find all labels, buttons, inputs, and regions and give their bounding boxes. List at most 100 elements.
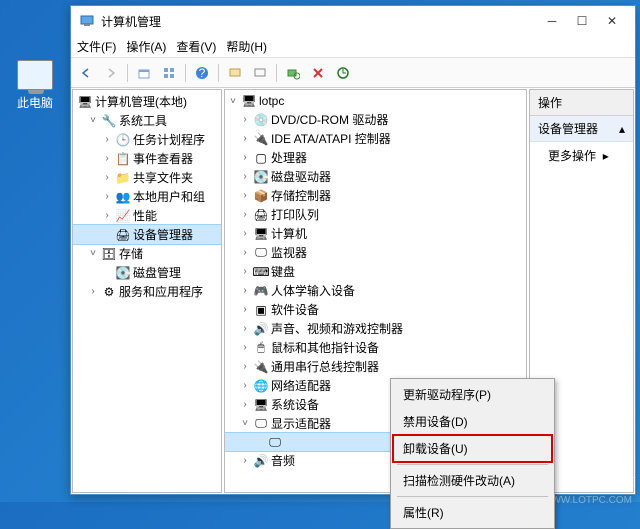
menu-file[interactable]: 文件(F) [77, 38, 116, 55]
dev-storage-ctrl[interactable]: ›📦存储控制器 [225, 186, 526, 205]
dev-usb[interactable]: ›🔌通用串行总线控制器 [225, 357, 526, 376]
tb-icon2[interactable] [249, 62, 271, 84]
dev-monitor[interactable]: ›🖵监视器 [225, 243, 526, 262]
titlebar[interactable]: 计算机管理 ─ ☐ ✕ [71, 6, 635, 36]
tb-update-icon[interactable] [332, 62, 354, 84]
ctx-update-driver[interactable]: 更新驱动程序(P) [393, 381, 552, 408]
expand-icon[interactable]: › [239, 399, 251, 411]
collapse-icon[interactable]: ˅ [227, 95, 239, 107]
expand-icon[interactable]: › [239, 380, 251, 392]
left-pane[interactable]: 🖥计算机管理(本地) ˅🔧系统工具 ›🕒任务计划程序 ›📋事件查看器 ›📁共享文… [72, 89, 222, 493]
storage-icon: 🗄 [101, 246, 117, 262]
expand-icon[interactable]: › [239, 361, 251, 373]
up-button[interactable] [133, 62, 155, 84]
expand-icon[interactable]: › [239, 247, 251, 259]
dev-dvd[interactable]: ›💿DVD/CD-ROM 驱动器 [225, 110, 526, 129]
tree-services[interactable]: ›⚙服务和应用程序 [73, 282, 221, 301]
ctx-properties[interactable]: 属性(R) [393, 499, 552, 526]
usb-icon: 🔌 [253, 359, 269, 375]
expand-icon[interactable]: › [101, 191, 113, 203]
tree-disk-mgmt[interactable]: 💽磁盘管理 [73, 263, 221, 282]
tb-disable-icon[interactable] [307, 62, 329, 84]
tree-local-users[interactable]: ›👥本地用户和组 [73, 187, 221, 206]
tree-task-scheduler[interactable]: ›🕒任务计划程序 [73, 130, 221, 149]
dev-mouse[interactable]: ›🖱鼠标和其他指针设备 [225, 338, 526, 357]
minimize-button[interactable]: ─ [537, 10, 567, 32]
ctx-uninstall-device[interactable]: 卸载设备(U) [393, 435, 552, 462]
tb-scan-icon[interactable] [282, 62, 304, 84]
dev-hid[interactable]: ›🎮人体学输入设备 [225, 281, 526, 300]
actions-header: 操作 [530, 90, 633, 116]
actions-section[interactable]: 设备管理器 ▴ [530, 116, 633, 142]
services-icon: ⚙ [101, 284, 117, 300]
expand-icon[interactable]: › [101, 210, 113, 222]
forward-button[interactable] [100, 62, 122, 84]
maximize-button[interactable]: ☐ [567, 10, 597, 32]
tree-system-tools[interactable]: ˅🔧系统工具 [73, 111, 221, 130]
tree-shared-folders[interactable]: ›📁共享文件夹 [73, 168, 221, 187]
tree-event-viewer[interactable]: ›📋事件查看器 [73, 149, 221, 168]
separator [397, 464, 548, 465]
dev-disk[interactable]: ›💽磁盘驱动器 [225, 167, 526, 186]
dev-ide[interactable]: ›🔌IDE ATA/ATAPI 控制器 [225, 129, 526, 148]
expand-icon[interactable]: › [87, 286, 99, 298]
help-button[interactable]: ? [191, 62, 213, 84]
expand-icon[interactable]: › [239, 114, 251, 126]
menu-view[interactable]: 查看(V) [176, 38, 216, 55]
expand-icon[interactable]: › [239, 133, 251, 145]
ctx-scan-hardware[interactable]: 扫描检测硬件改动(A) [393, 467, 552, 494]
menu-action[interactable]: 操作(A) [126, 38, 166, 55]
dev-computer[interactable]: ›🖥计算机 [225, 224, 526, 243]
ctx-disable-device[interactable]: 禁用设备(D) [393, 408, 552, 435]
back-button[interactable] [75, 62, 97, 84]
expand-icon[interactable]: › [239, 285, 251, 297]
wrench-icon: 🔧 [101, 113, 117, 129]
desktop-label: 此电脑 [10, 94, 60, 111]
expand-icon[interactable]: › [101, 153, 113, 165]
collapse-icon[interactable]: ˅ [239, 418, 251, 430]
expand-icon[interactable]: › [239, 323, 251, 335]
collapse-icon[interactable]: ˅ [87, 115, 99, 127]
expand-icon[interactable]: › [239, 455, 251, 467]
expand-icon[interactable]: › [239, 190, 251, 202]
dev-cpu[interactable]: ›▢处理器 [225, 148, 526, 167]
actions-more[interactable]: 更多操作 ▸ [530, 142, 633, 169]
dev-print[interactable]: ›🖨打印队列 [225, 205, 526, 224]
expand-icon[interactable]: › [101, 134, 113, 146]
network-icon: 🌐 [253, 378, 269, 394]
tb-icon1[interactable] [224, 62, 246, 84]
collapse-icon[interactable]: ˅ [87, 248, 99, 260]
dev-keyboard[interactable]: ›⌨键盘 [225, 262, 526, 281]
expand-icon[interactable]: › [101, 172, 113, 184]
dev-root[interactable]: ˅🖥lotpc [225, 92, 526, 110]
view-button[interactable] [158, 62, 180, 84]
expand-icon[interactable]: › [239, 304, 251, 316]
expand-icon[interactable]: › [239, 228, 251, 240]
close-button[interactable]: ✕ [597, 10, 627, 32]
tree-performance[interactable]: ›📈性能 [73, 206, 221, 225]
menu-help[interactable]: 帮助(H) [226, 38, 267, 55]
expand-icon[interactable]: › [239, 209, 251, 221]
disk-icon: 💽 [115, 265, 131, 281]
cpu-icon: ▢ [253, 150, 269, 166]
tree-storage[interactable]: ˅🗄存储 [73, 244, 221, 263]
dev-sound[interactable]: ›🔊声音、视频和游戏控制器 [225, 319, 526, 338]
app-icon [79, 13, 95, 29]
tree-root[interactable]: 🖥计算机管理(本地) [73, 92, 221, 111]
expand-icon[interactable]: › [239, 342, 251, 354]
tree-device-manager[interactable]: 🖨设备管理器 [73, 225, 221, 244]
watermark: ☆ 装机之家 [562, 468, 634, 494]
computer-icon [17, 60, 53, 90]
expand-icon[interactable]: › [239, 266, 251, 278]
menu-bar: 文件(F) 操作(A) 查看(V) 帮助(H) [71, 36, 635, 58]
chevron-up-icon: ▴ [619, 122, 625, 136]
dev-software[interactable]: ›▣软件设备 [225, 300, 526, 319]
expand-icon[interactable]: › [239, 152, 251, 164]
expand-icon[interactable]: › [239, 171, 251, 183]
keyboard-icon: ⌨ [253, 264, 269, 280]
event-icon: 📋 [115, 151, 131, 167]
toolbar: ? [71, 58, 635, 88]
desktop-this-pc[interactable]: 此电脑 [10, 60, 60, 111]
url-text: WWW.LOTPC.COM [542, 495, 632, 506]
computer-icon: 🖥 [253, 226, 269, 242]
